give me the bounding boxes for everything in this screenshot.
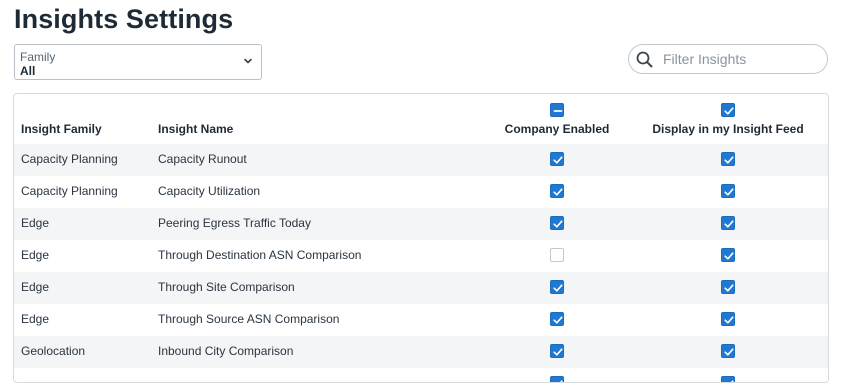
insight-name-cell: Peering Egress Traffic Today — [158, 216, 311, 230]
table-row: Edge Through Site Comparison — [14, 272, 828, 304]
table-header: Insight Family Insight Name Company Enab… — [14, 94, 828, 145]
company-enabled-checkbox[interactable] — [550, 216, 564, 230]
company-enabled-checkbox[interactable] — [550, 344, 564, 358]
check-icon — [553, 316, 563, 324]
insight-name-cell: Through Destination ASN Comparison — [158, 248, 362, 262]
insights-table: Insight Family Insight Name Company Enab… — [13, 93, 829, 383]
display-in-feed-checkbox[interactable] — [721, 248, 735, 262]
display-in-feed-checkbox[interactable] — [721, 344, 735, 358]
insight-family-cell: Capacity Planning — [21, 152, 118, 166]
insight-family-cell: Edge — [21, 216, 50, 230]
check-icon — [553, 284, 563, 292]
display-in-feed-checkbox[interactable] — [721, 152, 735, 166]
check-icon — [724, 284, 734, 292]
table-row: Capacity Planning Capacity Utilization — [14, 176, 828, 208]
check-icon — [553, 348, 563, 356]
family-filter-value: All — [20, 64, 36, 78]
table-row — [14, 368, 828, 382]
check-icon — [724, 316, 734, 324]
check-icon — [724, 188, 734, 196]
search-input[interactable] — [663, 49, 819, 69]
insight-family-cell: Edge — [21, 280, 50, 294]
company-enabled-checkbox[interactable] — [550, 312, 564, 326]
display-in-feed-checkbox[interactable] — [721, 184, 735, 198]
search-icon — [636, 51, 653, 68]
check-icon — [724, 220, 734, 228]
company-enabled-checkbox[interactable] — [550, 184, 564, 198]
check-icon — [724, 252, 734, 260]
insight-family-cell: Edge — [21, 248, 50, 262]
check-icon — [553, 220, 563, 228]
display-in-feed-checkbox[interactable] — [721, 312, 735, 326]
table-row: Edge Through Source ASN Comparison — [14, 304, 828, 336]
column-header-display-in-feed: Display in my Insight Feed — [652, 122, 804, 136]
table-row: Capacity Planning Capacity Runout — [14, 144, 828, 176]
insight-name-cell: Through Site Comparison — [158, 280, 295, 294]
minus-icon — [553, 110, 563, 112]
search-box[interactable] — [628, 44, 828, 74]
company-enabled-checkbox[interactable] — [550, 280, 564, 294]
chevron-down-icon — [244, 58, 252, 64]
column-header-insight-family[interactable]: Insight Family — [21, 122, 102, 136]
company-enabled-select-all-checkbox[interactable] — [550, 103, 564, 117]
check-icon — [553, 156, 563, 164]
family-filter-select[interactable]: Family All — [14, 44, 262, 80]
insight-name-cell: Inbound City Comparison — [158, 344, 294, 358]
column-header-insight-name[interactable]: Insight Name — [158, 122, 233, 136]
family-filter-label: Family — [20, 50, 56, 64]
column-header-company-enabled: Company Enabled — [504, 122, 610, 136]
table-row: Edge Through Destination ASN Comparison — [14, 240, 828, 272]
check-icon — [724, 156, 734, 164]
company-enabled-checkbox[interactable] — [550, 376, 564, 382]
check-icon — [553, 188, 563, 196]
insight-family-cell: Capacity Planning — [21, 184, 118, 198]
insight-family-cell: Geolocation — [21, 344, 86, 358]
check-icon — [731, 380, 734, 382]
insight-name-cell: Capacity Utilization — [158, 184, 261, 198]
page-title: Insights Settings — [14, 4, 234, 34]
insight-family-cell: Edge — [21, 312, 50, 326]
check-icon — [560, 380, 563, 382]
display-in-feed-checkbox[interactable] — [721, 376, 735, 382]
display-in-feed-checkbox[interactable] — [721, 280, 735, 294]
check-icon — [724, 107, 734, 115]
table-row: Edge Peering Egress Traffic Today — [14, 208, 828, 240]
table-row: Geolocation Inbound City Comparison — [14, 336, 828, 368]
insight-name-cell: Through Source ASN Comparison — [158, 312, 340, 326]
check-icon — [724, 348, 734, 356]
company-enabled-checkbox[interactable] — [550, 152, 564, 166]
company-enabled-checkbox[interactable] — [550, 248, 564, 262]
display-in-feed-checkbox[interactable] — [721, 216, 735, 230]
insight-name-cell: Capacity Runout — [158, 152, 247, 166]
feed-select-all-checkbox[interactable] — [721, 103, 735, 117]
